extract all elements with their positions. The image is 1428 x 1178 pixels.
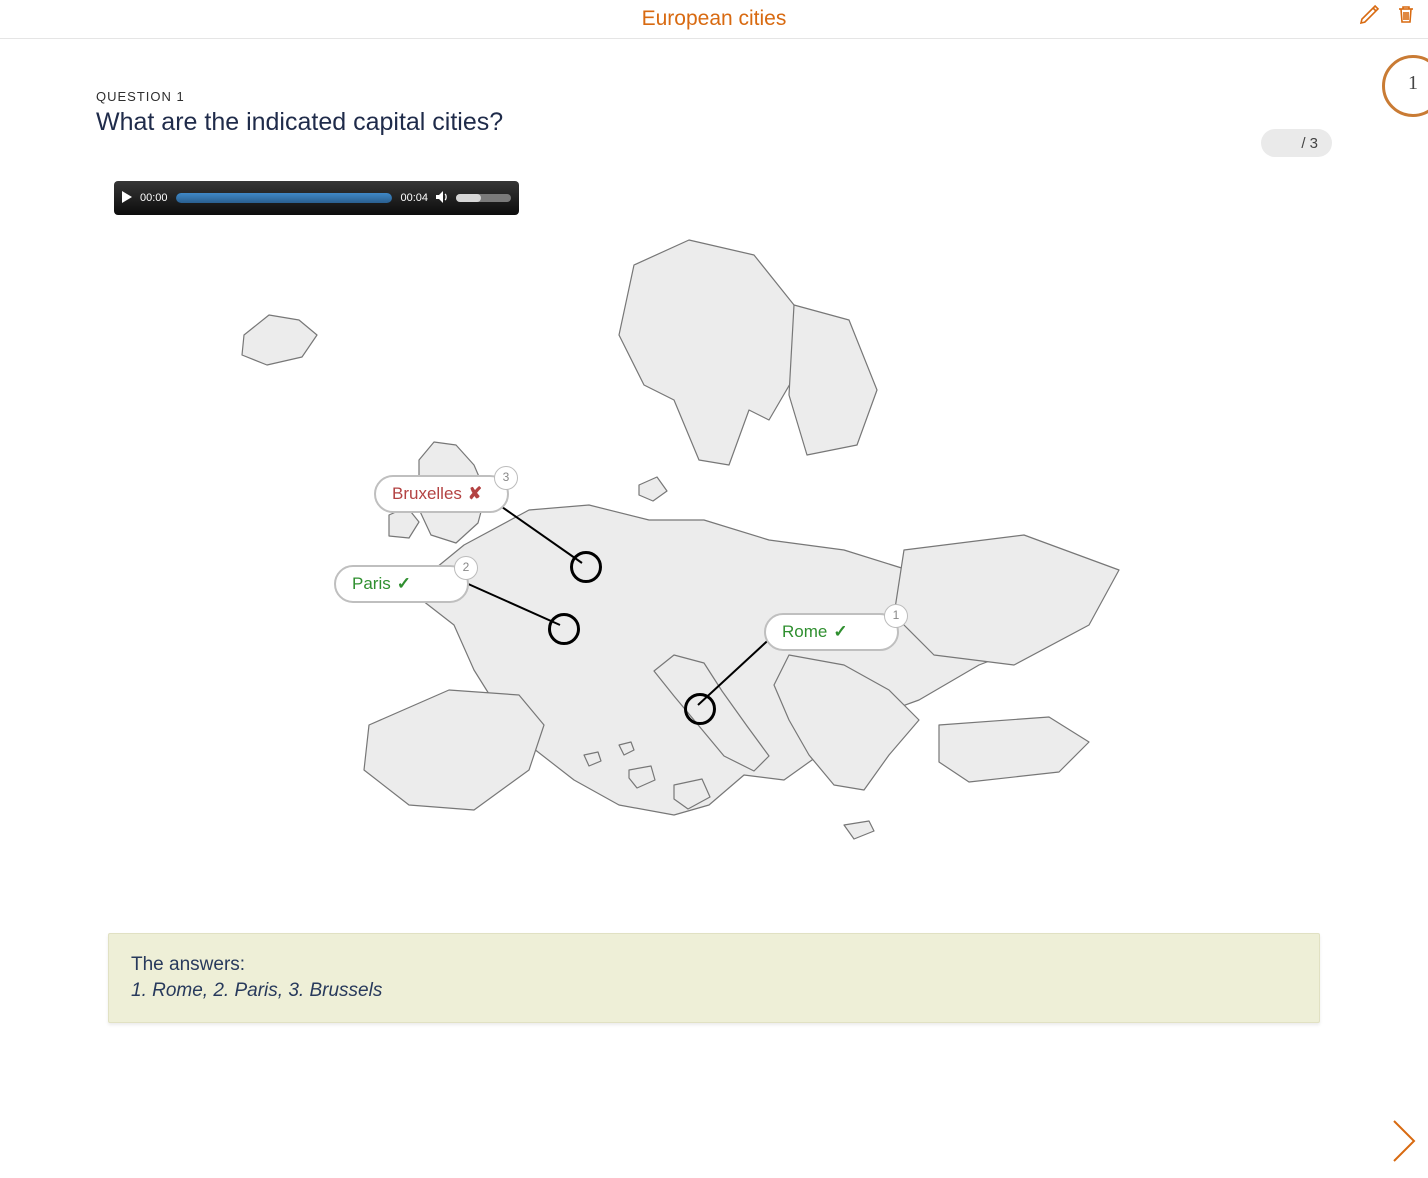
page-title: European cities [642, 7, 787, 30]
label-rome-num: 1 [884, 604, 908, 628]
next-button[interactable] [1390, 1119, 1418, 1168]
target-brussels[interactable] [570, 551, 602, 583]
label-bruxelles[interactable]: Bruxelles ✘ 3 [374, 475, 509, 513]
map-area: Bruxelles ✘ 3 Paris ✓ 2 Rome ✓ 1 [204, 225, 1224, 895]
question-number: QUESTION 1 [96, 89, 1332, 104]
title-bar: European cities [0, 0, 1428, 39]
score-badge: / 3 [1261, 129, 1332, 157]
europe-map [204, 225, 1224, 895]
correct-icon: ✓ [833, 622, 847, 642]
question-text: What are the indicated capital cities? [96, 108, 1332, 137]
answers-title: The answers: [131, 954, 1297, 976]
audio-total-time: 00:04 [400, 192, 428, 204]
label-rome-text: Rome [782, 622, 827, 642]
answers-line: 1. Rome, 2. Paris, 3. Brussels [131, 980, 1297, 1002]
label-paris[interactable]: Paris ✓ 2 [334, 565, 469, 603]
label-paris-text: Paris [352, 574, 391, 594]
target-paris[interactable] [548, 613, 580, 645]
audio-player[interactable]: 00:00 00:04 [114, 181, 519, 215]
volume-slider[interactable] [456, 194, 511, 202]
title-bar-actions [1356, 2, 1420, 30]
delete-icon[interactable] [1392, 2, 1420, 30]
label-paris-num: 2 [454, 556, 478, 580]
play-icon[interactable] [122, 191, 132, 206]
volume-icon[interactable] [436, 191, 450, 206]
wrong-icon: ✘ [468, 484, 482, 504]
score-total: / 3 [1301, 135, 1318, 152]
edit-icon[interactable] [1356, 2, 1384, 30]
label-rome[interactable]: Rome ✓ 1 [764, 613, 899, 651]
target-rome[interactable] [684, 693, 716, 725]
answers-box: The answers: 1. Rome, 2. Paris, 3. Bruss… [108, 933, 1320, 1023]
audio-current-time: 00:00 [140, 192, 168, 204]
audio-progress[interactable] [176, 193, 393, 203]
correct-icon: ✓ [397, 574, 411, 594]
label-bruxelles-text: Bruxelles [392, 484, 462, 504]
label-bruxelles-num: 3 [494, 466, 518, 490]
question-content: QUESTION 1 What are the indicated capita… [0, 39, 1428, 1023]
